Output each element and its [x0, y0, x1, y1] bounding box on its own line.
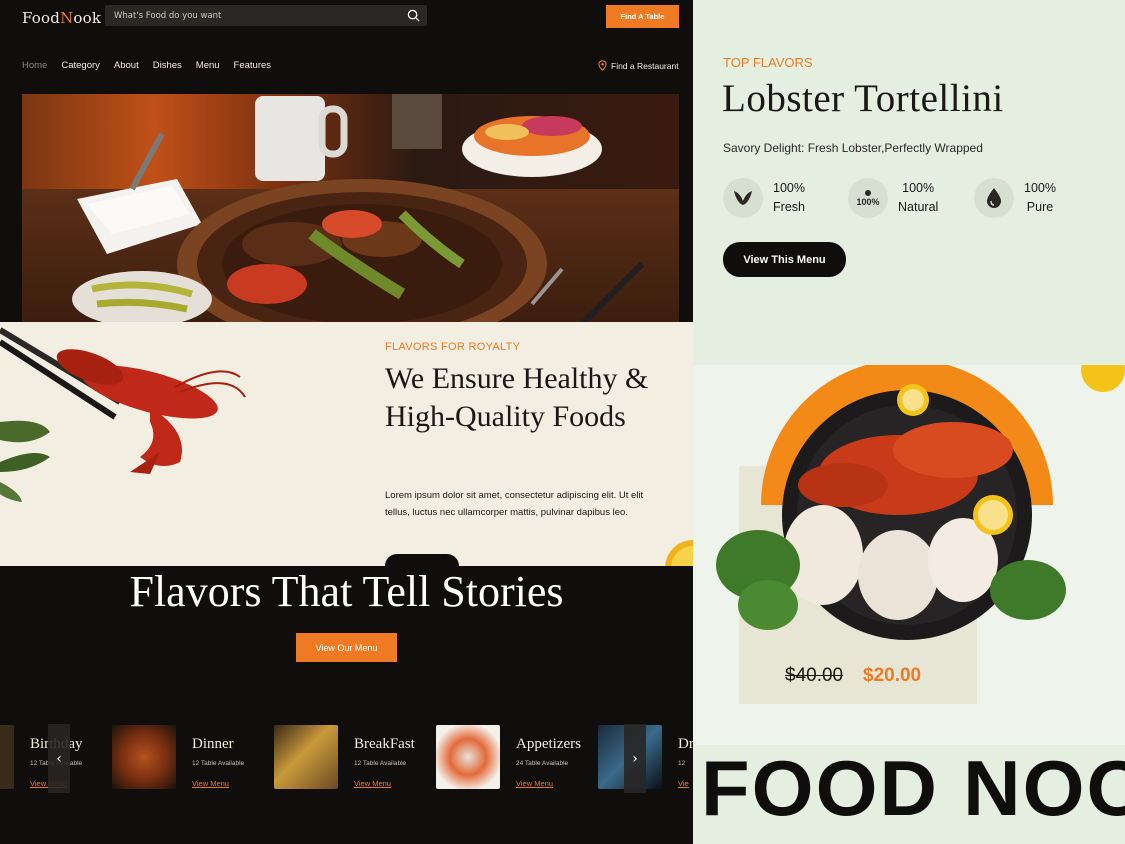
nav-category[interactable]: Category [61, 60, 100, 71]
badge-natural: 100% 100% Natural [848, 178, 938, 218]
top-flavors-eyebrow: TOP FLAVORS [723, 55, 813, 70]
badge-percent: 100% [1024, 181, 1056, 195]
nav-dishes[interactable]: Dishes [153, 60, 182, 71]
carousel-next-arrow[interactable]: › [624, 724, 646, 793]
search-bar[interactable] [105, 5, 427, 26]
category-title: Appetizers [516, 736, 581, 752]
dish-subtitle: Savory Delight: Fresh Lobster,Perfectly … [723, 141, 983, 155]
nav-features[interactable]: Features [234, 60, 272, 71]
find-restaurant-label: Find a Restaurant [611, 60, 679, 71]
product-display [693, 365, 1125, 745]
badge-label: Fresh [773, 200, 805, 214]
original-price: $40.00 [785, 665, 844, 686]
category-subtitle: 12 Table Available [354, 760, 407, 767]
drop-icon [974, 178, 1014, 218]
chevron-right-icon: › [632, 750, 638, 767]
leaf-icon [723, 178, 763, 218]
badge-label: Natural [898, 200, 939, 214]
product-showcase-panel: TOP FLAVORS Lobster Tortellini Savory De… [693, 0, 1125, 844]
view-menu-link[interactable]: View Menu [516, 779, 553, 788]
view-this-menu-button[interactable]: View This Menu [723, 242, 846, 277]
find-restaurant-link[interactable]: Find a Restaurant [598, 60, 679, 71]
view-our-menu-button[interactable]: View Our Menu [296, 633, 397, 662]
read-more-button[interactable] [385, 554, 459, 566]
search-icon[interactable] [407, 9, 420, 22]
breakfast-thumbnail [274, 725, 338, 789]
nav-menu[interactable]: Menu [196, 60, 220, 71]
logo[interactable]: FoodNook [22, 9, 101, 27]
logo-text: Food [22, 9, 61, 27]
royalty-eyebrow: FLAVORS FOR ROYALTY [385, 341, 521, 353]
nav-about[interactable]: About [114, 60, 139, 71]
main-nav: Home Category About Dishes Menu Features [22, 60, 285, 71]
category-card-breakfast[interactable]: BreakFast 12 Table Available View Menu [274, 724, 424, 793]
category-title: BreakFast [354, 736, 415, 752]
landing-page-panel: FoodNook Find A Table Home Category Abou… [0, 0, 693, 844]
dish-title: Lobster Tortellini [722, 77, 1004, 120]
search-input[interactable] [114, 10, 384, 21]
sale-price: $20.00 [863, 665, 922, 686]
chevron-left-icon: ‹ [56, 750, 62, 767]
category-subtitle: 12 Table Available [192, 760, 245, 767]
find-a-table-button[interactable]: Find A Table [606, 5, 679, 28]
category-subtitle: 24 Table Available [516, 760, 569, 767]
view-menu-link[interactable]: Vie [678, 779, 689, 788]
category-carousel: Birthday 12 Table Available View Menu ‹ … [0, 724, 693, 793]
category-subtitle: 12 [678, 760, 686, 767]
seafood-platter-image [716, 365, 1125, 640]
nav-home[interactable]: Home [22, 60, 47, 71]
view-menu-link[interactable]: View Menu [354, 779, 391, 788]
carousel-prev-arrow[interactable]: ‹ [48, 724, 70, 793]
dinner-thumbnail [112, 725, 176, 789]
birthday-thumbnail [0, 725, 14, 789]
svg-text:100%: 100% [856, 197, 879, 207]
logo-accent-letter: N [60, 9, 74, 27]
badge-fresh: 100% Fresh [723, 178, 805, 218]
category-card-appetizers[interactable]: Appetizers 24 Table Available View Menu [436, 724, 596, 793]
badge-pure: 100% Pure [974, 178, 1056, 218]
royalty-section: FLAVORS FOR ROYALTY We Ensure Healthy & … [0, 322, 693, 566]
appetizers-thumbnail [436, 725, 500, 789]
royalty-body: Lorem ipsum dolor sit amet, consectetur … [385, 490, 644, 518]
lobster-illustration [0, 327, 246, 502]
view-menu-link[interactable]: View Menu [192, 779, 229, 788]
badge-percent: 100% [773, 181, 805, 195]
stories-headline: Flavors That Tell Stories [129, 567, 564, 616]
royalty-headline: We Ensure Healthy & High-Quality Foods [385, 362, 649, 433]
brand-banner-text: FOOD NOOK [701, 744, 1125, 832]
badge-label: Pure [1026, 200, 1054, 214]
badge-percent: 100% [902, 181, 935, 195]
category-card-dinner[interactable]: Dinner 12 Table Available View Menu [112, 724, 262, 793]
logo-text-suffix: ook [73, 9, 102, 27]
category-title: Dr [678, 736, 693, 752]
dish-illustration [72, 94, 645, 324]
hero-food-image [22, 94, 679, 324]
location-pin-icon [598, 60, 607, 71]
natural-100-icon: 100% [848, 178, 888, 218]
category-title: Dinner [192, 736, 234, 752]
orange-slice-icon [665, 540, 693, 566]
